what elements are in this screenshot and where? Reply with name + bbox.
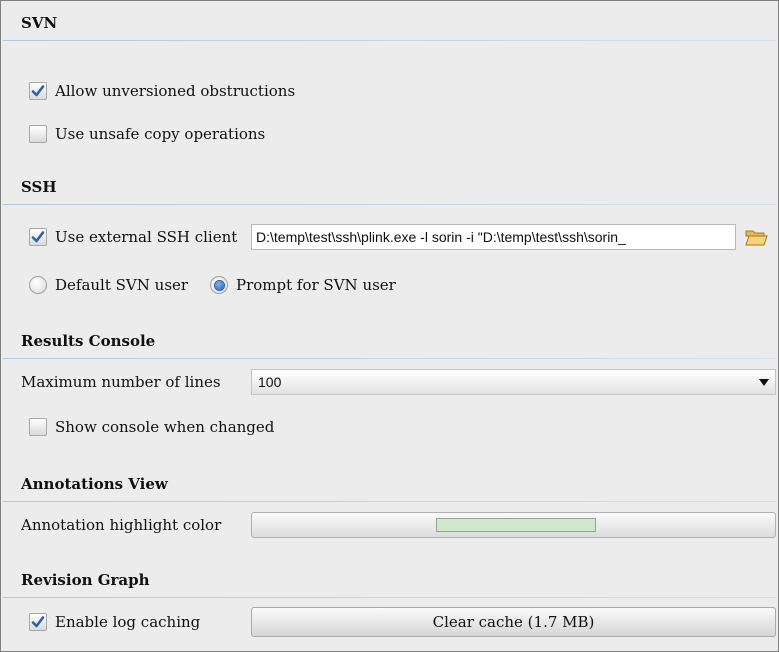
section-header-results-console: Results Console <box>3 323 776 359</box>
default-svn-user-label: Default SVN user <box>55 276 189 294</box>
show-console-checkbox[interactable] <box>29 418 47 436</box>
log-caching-option[interactable]: Enable log caching <box>29 609 200 635</box>
chevron-down-icon <box>759 379 769 386</box>
unsafe-copy-option[interactable]: Use unsafe copy operations <box>29 121 265 147</box>
folder-open-icon[interactable] <box>744 226 768 248</box>
allow-unversioned-label: Allow unversioned obstructions <box>55 82 296 100</box>
section-header-svn: SVN <box>3 5 776 41</box>
clear-cache-button[interactable]: Clear cache (1.7 MB) <box>251 607 776 637</box>
external-ssh-label: Use external SSH client <box>55 228 238 246</box>
section-header-ssh: SSH <box>3 169 776 205</box>
check-mark-icon <box>31 85 45 97</box>
show-console-option[interactable]: Show console when changed <box>29 414 274 440</box>
max-lines-label: Maximum number of lines <box>21 373 221 391</box>
default-svn-user-option[interactable]: Default SVN user <box>29 272 188 298</box>
max-lines-value: 100 <box>258 374 282 390</box>
allow-unversioned-option[interactable]: Allow unversioned obstructions <box>29 78 295 104</box>
unsafe-copy-checkbox[interactable] <box>29 125 47 143</box>
ssh-command-input[interactable]: D:\temp\test\ssh\plink.exe -l sorin -i "… <box>251 224 736 250</box>
highlight-color-label: Annotation highlight color <box>21 516 222 534</box>
default-svn-user-radio[interactable] <box>29 276 47 294</box>
section-header-annotations-view: Annotations View <box>3 466 776 502</box>
radio-selected-dot <box>214 280 224 290</box>
show-console-label: Show console when changed <box>55 418 275 436</box>
log-caching-checkbox[interactable] <box>29 613 47 631</box>
check-mark-icon <box>31 231 45 243</box>
prompt-svn-user-radio[interactable] <box>210 276 228 294</box>
max-lines-select[interactable]: 100 <box>251 369 776 395</box>
prompt-svn-user-option[interactable]: Prompt for SVN user <box>210 272 396 298</box>
allow-unversioned-checkbox[interactable] <box>29 82 47 100</box>
section-header-revision-graph: Revision Graph <box>3 562 776 598</box>
external-ssh-option[interactable]: Use external SSH client <box>29 224 237 250</box>
preferences-panel: SVN Allow unversioned obstructions Use u… <box>0 0 779 652</box>
check-mark-icon <box>31 616 45 628</box>
highlight-color-swatch <box>436 518 596 532</box>
prompt-svn-user-label: Prompt for SVN user <box>236 276 396 294</box>
external-ssh-checkbox[interactable] <box>29 228 47 246</box>
unsafe-copy-label: Use unsafe copy operations <box>55 125 266 143</box>
log-caching-label: Enable log caching <box>55 613 201 631</box>
highlight-color-button[interactable] <box>251 512 776 538</box>
